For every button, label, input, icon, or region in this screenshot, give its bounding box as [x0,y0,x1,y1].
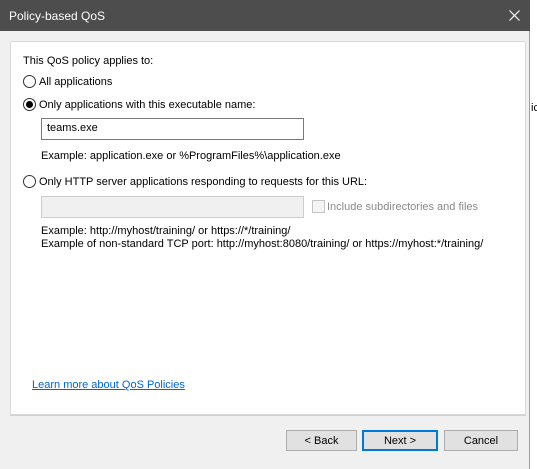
dialog-title: Policy-based QoS [9,9,106,23]
url-example-text: Example: http://myhost/training/ or http… [41,225,291,237]
qos-dialog: Policy-based QoS This QoS policy applies… [0,0,530,469]
title-bar[interactable]: Policy-based QoS [0,0,530,31]
executable-name-input[interactable]: teams.exe [41,118,304,140]
content-panel: This QoS policy applies to: All applicat… [10,41,526,415]
executable-name-radio[interactable] [23,98,36,111]
include-subdirectories-checkbox[interactable] [312,200,325,213]
tcp-port-example-text: Example of non-standard TCP port: http:/… [41,238,484,250]
all-applications-radio[interactable] [23,75,36,88]
url-input[interactable] [41,196,304,218]
footer-divider [10,415,526,416]
executable-example-text: Example: application.exe or %ProgramFile… [41,150,341,162]
executable-name-label[interactable]: Only applications with this executable n… [39,99,255,111]
background-app-text: ic [531,102,537,114]
learn-more-link[interactable]: Learn more about QoS Policies [32,379,185,391]
http-url-radio[interactable] [23,175,36,188]
background-app: ic [530,0,537,469]
back-button[interactable]: < Back [286,430,357,451]
close-button[interactable] [498,0,530,31]
all-applications-label[interactable]: All applications [39,76,112,88]
screen: ic Policy-based QoS This QoS policy appl… [0,0,537,469]
close-icon [508,10,520,21]
next-button[interactable]: Next > [362,430,438,451]
intro-label: This QoS policy applies to: [23,55,154,67]
include-subdirectories-label[interactable]: Include subdirectories and files [327,201,478,213]
cancel-button[interactable]: Cancel [444,430,518,451]
http-url-label[interactable]: Only HTTP server applications responding… [39,176,367,188]
